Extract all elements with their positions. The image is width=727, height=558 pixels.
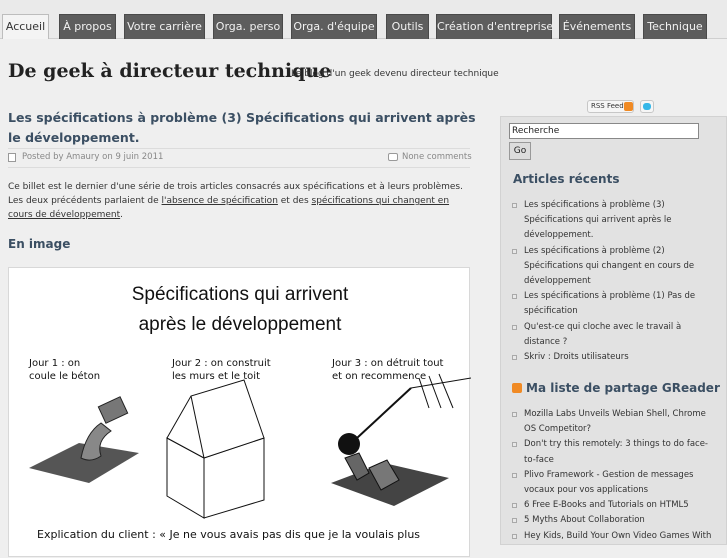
link-absence-specification[interactable]: l'absence de spécification: [162, 196, 278, 206]
recent-posts-title: Articles récents: [513, 172, 620, 186]
tab-evenements[interactable]: Événements: [559, 14, 635, 39]
bucket: [97, 396, 129, 424]
twitter-icon: [643, 103, 651, 110]
bullet-icon: [512, 518, 517, 524]
recent-posts-list: Les spécifications à problème (3) Spécif…: [512, 198, 717, 365]
bullet-icon: [512, 533, 517, 539]
post-title[interactable]: Les spécifications à problème (3) Spécif…: [8, 108, 478, 148]
site-description: Le blog d'un geek devenu directeur techn…: [291, 69, 499, 79]
bullet-icon: [512, 442, 517, 448]
tab-creation-entreprise[interactable]: Création d'entreprise: [436, 14, 553, 39]
list-item[interactable]: Plivo Framework - Gestion de messages vo…: [512, 468, 717, 498]
comment-icon: [388, 153, 398, 161]
list-item[interactable]: Les spécifications à problème (2) Spécif…: [512, 244, 717, 290]
list-item[interactable]: Don't try this remotely: 3 things to do …: [512, 437, 717, 467]
tab-technique[interactable]: Technique: [643, 14, 707, 39]
divider: [8, 167, 470, 168]
bullet-icon: [512, 324, 517, 330]
list-item[interactable]: Mozilla Labs Unveils Webian Shell, Chrom…: [512, 407, 717, 437]
bullet-icon: [512, 472, 517, 478]
bullet-icon: [512, 203, 517, 208]
share-list-title: Ma liste de partage GReader: [526, 381, 720, 395]
list-item[interactable]: Les spécifications à problème (1) Pas de…: [512, 289, 717, 319]
wrecking-ball: [338, 433, 360, 455]
top-navigation: Accueil À propos Votre carrière Orga. pe…: [0, 0, 727, 39]
document-icon: [8, 153, 16, 162]
comments-link[interactable]: None comments: [402, 152, 472, 162]
section-heading: En image: [8, 237, 71, 251]
bullet-icon: [512, 248, 517, 254]
list-item[interactable]: 6 Free E-Books and Tutorials on HTML5: [512, 498, 717, 513]
bullet-icon: [512, 355, 517, 361]
bullet-icon: [512, 503, 517, 509]
list-item[interactable]: Hey Kids, Build Your Own Video Games Wit…: [512, 529, 717, 544]
site-title[interactable]: De geek à directeur technique: [8, 60, 331, 82]
list-item[interactable]: Skriv : Droits utilisateurs: [512, 350, 717, 365]
list-item[interactable]: Les spécifications à problème (3) Spécif…: [512, 198, 717, 244]
comic-drawings: [29, 373, 471, 519]
search-button[interactable]: Go: [509, 142, 531, 160]
bullet-icon: [512, 294, 517, 300]
bullet-icon: [512, 412, 517, 417]
tab-outils[interactable]: Outils: [386, 14, 429, 39]
figure-explanation: Explication du client : « Je ne vous ava…: [37, 528, 421, 541]
feed-icon: [512, 383, 522, 393]
share-list: Mozilla Labs Unveils Webian Shell, Chrom…: [512, 407, 717, 544]
rss-feed-button[interactable]: RSS Feed: [587, 100, 634, 113]
post-intro: Ce billet est le dernier d'une série de …: [8, 182, 463, 220]
list-item[interactable]: Qu'est-ce qui cloche avec le travail à d…: [512, 320, 717, 350]
divider: [8, 148, 470, 149]
rss-icon: [624, 102, 633, 111]
tab-orga-perso[interactable]: Orga. perso: [213, 14, 283, 39]
tab-orga-equipe[interactable]: Orga. d'équipe: [291, 14, 377, 39]
search-input[interactable]: Recherche: [509, 123, 699, 139]
post-meta: Posted by Amaury on 9 juin 2011: [22, 152, 164, 162]
tab-a-propos[interactable]: À propos: [59, 14, 116, 39]
tab-votre-carriere[interactable]: Votre carrière: [124, 14, 205, 39]
tab-accueil[interactable]: Accueil: [2, 14, 49, 39]
twitter-button[interactable]: [640, 100, 654, 113]
comic-figure: Spécifications qui arrivent après le dév…: [8, 267, 471, 557]
list-item[interactable]: 5 Myths About Collaboration: [512, 513, 717, 528]
